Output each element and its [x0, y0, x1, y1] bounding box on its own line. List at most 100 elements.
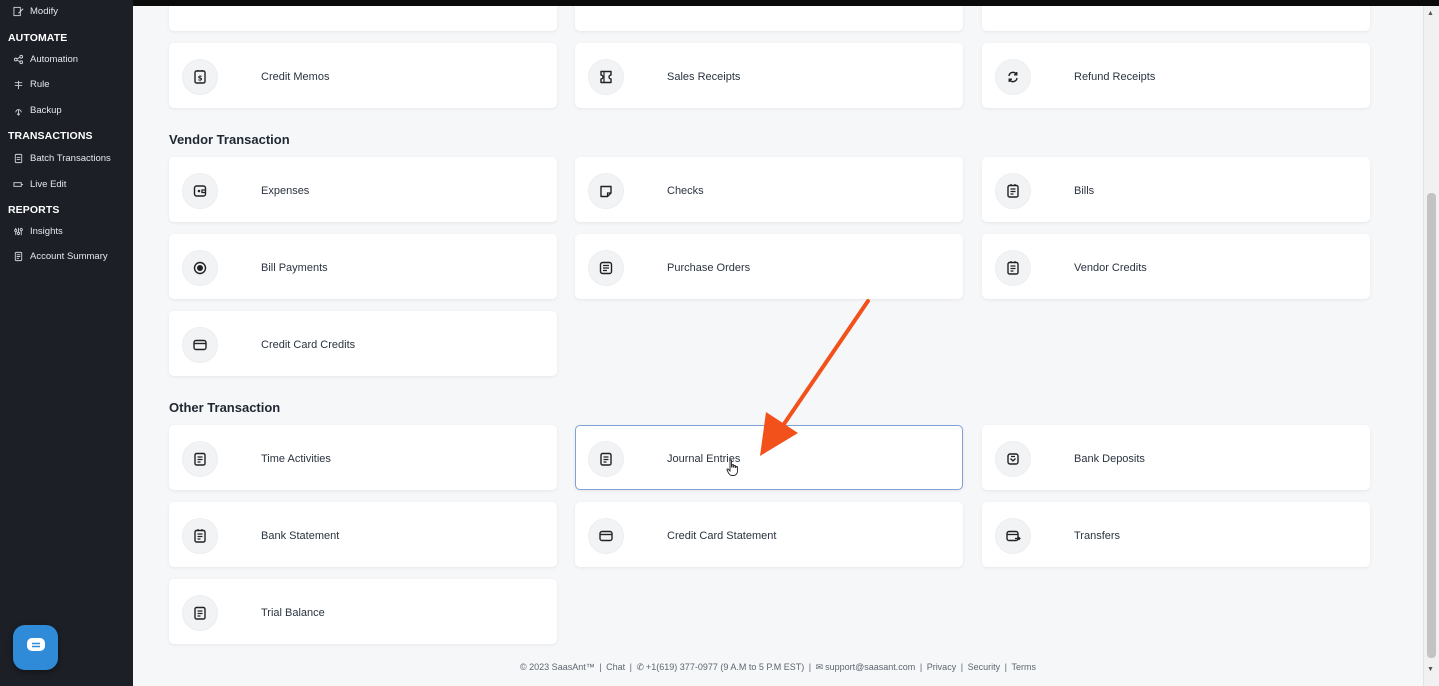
card-purchase-orders[interactable]: Purchase Orders	[575, 234, 963, 299]
card-bill-payments[interactable]: Bill Payments	[169, 234, 557, 299]
card-bank-statement[interactable]: Bank Statement	[169, 502, 557, 567]
sidebar-item-automation[interactable]: Automation	[0, 53, 133, 65]
sidebar-section-transactions: TRANSACTIONS	[8, 130, 93, 142]
account-summary-icon	[12, 250, 24, 262]
sidebar-section-automate: AUTOMATE	[8, 32, 68, 44]
footer-chat-link[interactable]: Chat	[606, 662, 625, 672]
sidebar-item-batch-transactions[interactable]: Batch Transactions	[0, 152, 133, 164]
sidebar-item-account-summary[interactable]: Account Summary	[0, 250, 133, 262]
sidebar-item-live-edit[interactable]: Live Edit	[0, 178, 133, 190]
card-label: Bank Deposits	[1074, 452, 1145, 465]
footer-terms-link[interactable]: Terms	[1011, 662, 1036, 672]
card-label: Trial Balance	[261, 606, 325, 619]
card-bills[interactable]: Bills	[982, 157, 1370, 222]
footer-copyright: © 2023 SaasAnt™	[520, 662, 595, 672]
card-sales-receipts[interactable]: Sales Receipts	[575, 43, 963, 108]
card-label: Vendor Credits	[1074, 261, 1147, 274]
card-credit-card-statement[interactable]: Credit Card Statement	[575, 502, 963, 567]
automation-icon	[12, 53, 24, 65]
bank-deposit-icon	[995, 441, 1031, 477]
document-icon	[588, 441, 624, 477]
footer-security-link[interactable]: Security	[968, 662, 1001, 672]
card-trial-balance[interactable]: Trial Balance	[169, 579, 557, 644]
mail-icon: ✉	[815, 662, 824, 672]
purchase-order-icon	[588, 250, 624, 286]
hand-cursor-icon	[726, 459, 738, 476]
card-label: Refund Receipts	[1074, 70, 1156, 83]
card-bank-deposits[interactable]: Bank Deposits	[982, 425, 1370, 490]
document-icon	[182, 441, 218, 477]
scroll-down-arrow-icon[interactable]: ▼	[1427, 666, 1434, 673]
receipt-icon	[588, 59, 624, 95]
modify-icon	[12, 5, 24, 17]
bill-icon	[995, 250, 1031, 286]
refresh-icon	[995, 59, 1031, 95]
footer-email-link[interactable]: support@saasant.com	[825, 662, 915, 672]
sidebar-item-insights[interactable]: Insights	[0, 225, 133, 237]
coin-icon	[182, 250, 218, 286]
sidebar-item-modify[interactable]: Modify	[0, 5, 133, 17]
insights-icon	[12, 225, 24, 237]
sidebar-item-label: Automation	[30, 53, 79, 65]
live-edit-icon	[12, 178, 24, 190]
rule-icon	[12, 78, 24, 90]
transfer-icon	[995, 518, 1031, 554]
sidebar-item-label: Modify	[30, 5, 58, 17]
sidebar-item-backup[interactable]: Backup	[0, 104, 133, 116]
document-icon	[182, 595, 218, 631]
section-title-vendor: Vendor Transaction	[169, 132, 290, 147]
card-journal-entries[interactable]: Journal Entries	[575, 425, 963, 490]
check-icon	[588, 173, 624, 209]
card-partial[interactable]	[575, 6, 963, 31]
chat-icon	[26, 637, 46, 658]
credit-card-icon	[588, 518, 624, 554]
card-expenses[interactable]: Expenses	[169, 157, 557, 222]
phone-icon: ✆	[636, 662, 645, 672]
footer-phone: +1(619) 377-0977 (9 A.M to 5 P.M EST)	[646, 662, 805, 672]
vertical-scrollbar[interactable]: ▲ ▼	[1423, 6, 1439, 686]
card-transfers[interactable]: Transfers	[982, 502, 1370, 567]
footer-privacy-link[interactable]: Privacy	[927, 662, 957, 672]
sidebar-item-label: Batch Transactions	[30, 152, 111, 164]
batch-icon	[12, 152, 24, 164]
card-label: Expenses	[261, 184, 310, 197]
sidebar-item-label: Backup	[30, 104, 62, 116]
card-credit-card-credits[interactable]: Credit Card Credits	[169, 311, 557, 376]
sidebar: Modify AUTOMATE Automation Rule Backup T…	[0, 0, 133, 686]
svg-text:$: $	[198, 75, 203, 83]
card-label: Credit Memos	[261, 70, 330, 83]
sidebar-item-rule[interactable]: Rule	[0, 78, 133, 90]
scroll-up-arrow-icon[interactable]: ▲	[1427, 10, 1434, 17]
card-partial[interactable]	[169, 6, 557, 31]
card-label: Transfers	[1074, 529, 1121, 542]
footer: © 2023 SaasAnt™ | Chat | ✆ +1(619) 377-09…	[520, 662, 1036, 672]
sidebar-item-label: Account Summary	[30, 250, 108, 262]
credit-card-icon	[182, 327, 218, 363]
card-refund-receipts[interactable]: Refund Receipts	[982, 43, 1370, 108]
section-title-other: Other Transaction	[169, 400, 281, 415]
sidebar-item-label: Live Edit	[30, 178, 67, 190]
card-label: Credit Card Statement	[667, 529, 777, 542]
card-label: Credit Card Credits	[261, 338, 356, 351]
wallet-icon	[182, 173, 218, 209]
sidebar-item-label: Insights	[30, 225, 63, 237]
card-label: Sales Receipts	[667, 70, 741, 83]
card-partial[interactable]	[982, 6, 1370, 31]
card-label: Bill Payments	[261, 261, 328, 274]
sidebar-section-reports: REPORTS	[8, 204, 60, 216]
document-dollar-icon: $	[182, 59, 218, 95]
bill-icon	[995, 173, 1031, 209]
card-time-activities[interactable]: Time Activities	[169, 425, 557, 490]
scrollbar-thumb[interactable]	[1427, 193, 1436, 658]
backup-icon	[12, 104, 24, 116]
chat-launcher-button[interactable]	[13, 625, 58, 670]
sidebar-item-label: Rule	[30, 78, 50, 90]
card-checks[interactable]: Checks	[575, 157, 963, 222]
main-content: $ Credit Memos Sales Receipts Refund Rec…	[133, 6, 1423, 686]
card-vendor-credits[interactable]: Vendor Credits	[982, 234, 1370, 299]
card-label: Checks	[667, 184, 704, 197]
bill-icon	[182, 518, 218, 554]
card-credit-memos[interactable]: $ Credit Memos	[169, 43, 557, 108]
card-label: Bank Statement	[261, 529, 340, 542]
card-label: Time Activities	[261, 452, 331, 465]
